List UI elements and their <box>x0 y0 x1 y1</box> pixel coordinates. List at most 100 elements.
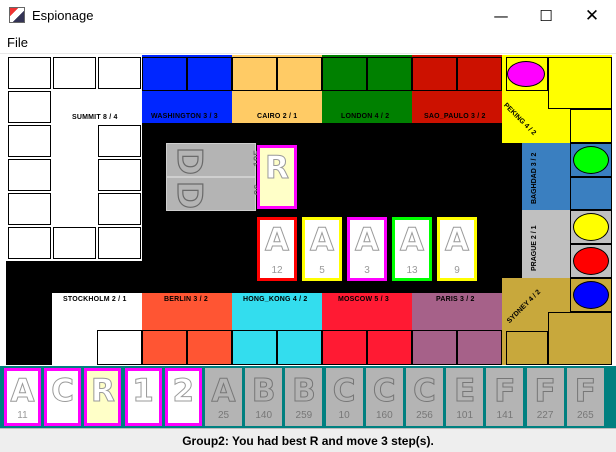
card-number: 265 <box>576 410 594 421</box>
hand-card[interactable]: A 25 <box>205 368 242 426</box>
played-card[interactable]: A 13 <box>392 217 432 281</box>
city-label: CAIRO 2 / 1 <box>257 113 298 120</box>
summit-slot[interactable] <box>98 193 141 225</box>
city-cairo[interactable]: CAIRO 2 / 1 <box>232 55 322 123</box>
summit-slot[interactable] <box>8 125 51 157</box>
city-label: LONDON 4 / 2 <box>341 113 390 120</box>
summit-slot[interactable] <box>98 227 141 259</box>
blue-token[interactable] <box>573 281 609 309</box>
city-slot[interactable] <box>412 330 457 365</box>
hand-card[interactable]: E 101 <box>446 368 484 426</box>
revealed-card[interactable]: R <box>257 145 297 209</box>
hand-card[interactable]: C <box>44 368 82 426</box>
played-card[interactable]: A 12 <box>257 217 297 281</box>
summit-slot[interactable] <box>98 125 141 157</box>
red-token[interactable] <box>573 247 609 275</box>
hand-card[interactable]: 1 <box>124 368 162 426</box>
deck-card[interactable]: D 96 <box>166 177 264 211</box>
hand-card[interactable]: C 160 <box>365 368 403 426</box>
city-label: STOCKHOLM 2 / 1 <box>63 296 127 303</box>
city-slot[interactable] <box>457 330 502 365</box>
hand-card[interactable]: C 10 <box>325 368 363 426</box>
close-button[interactable]: ✕ <box>569 0 615 32</box>
played-card[interactable]: A5 <box>302 217 342 281</box>
hand-card[interactable]: F 141 <box>486 368 524 426</box>
green-token[interactable] <box>573 146 609 174</box>
city-label: PEKING 4 / 2 <box>502 102 537 137</box>
menu-bar: File <box>0 32 616 54</box>
card-letter: D <box>169 180 210 210</box>
deck-card[interactable]: D 195 <box>166 143 264 177</box>
city-slot[interactable] <box>187 330 232 365</box>
card-number: 10 <box>338 410 350 421</box>
city-london[interactable]: LONDON 4 / 2 <box>322 55 412 123</box>
city-slot[interactable] <box>548 57 612 109</box>
card-letter: C <box>413 373 437 410</box>
summit-label: SUMMIT 8 / 4 <box>72 114 118 121</box>
city-berlin[interactable]: BERLIN 3 / 2 <box>142 293 232 365</box>
card-letter: A <box>400 222 425 259</box>
hand-card[interactable]: F 227 <box>526 368 564 426</box>
menu-file[interactable]: File <box>7 35 28 50</box>
summit-slot[interactable] <box>53 57 96 89</box>
city-slot[interactable] <box>570 177 612 210</box>
summit-slot[interactable] <box>8 57 51 89</box>
card-letter: C <box>372 373 396 410</box>
played-card[interactable]: A9 <box>437 217 477 281</box>
city-slot[interactable] <box>506 331 548 365</box>
maximize-button[interactable]: ☐ <box>523 0 569 32</box>
city-slot[interactable] <box>277 57 322 91</box>
hand-card[interactable]: C 256 <box>406 368 443 426</box>
city-slot[interactable] <box>277 330 322 365</box>
summit-slot[interactable] <box>8 159 51 191</box>
yellow-token[interactable] <box>573 213 609 241</box>
minimize-button[interactable]: — <box>478 0 524 32</box>
city-slot[interactable] <box>322 57 367 91</box>
city-sao-paulo[interactable]: SAO_PAULO 3 / 2 <box>412 55 502 123</box>
card-number: 12 <box>271 265 283 276</box>
summit-slot[interactable] <box>8 193 51 225</box>
city-hong-kong[interactable]: HONG_KONG 4 / 2 <box>232 293 322 365</box>
hand-card[interactable]: A 11 <box>4 368 41 426</box>
city-slot[interactable] <box>412 57 457 91</box>
city-slot[interactable] <box>570 109 612 143</box>
city-slot[interactable] <box>187 57 232 91</box>
city-paris[interactable]: PARIS 3 / 2 <box>412 293 502 365</box>
summit-slot[interactable] <box>8 91 51 123</box>
card-letter: E <box>454 373 476 410</box>
city-slot[interactable] <box>367 57 412 91</box>
card-letter: F <box>494 373 516 410</box>
city-washington[interactable]: WASHINGTON 3 / 3 <box>142 55 232 123</box>
city-slot[interactable] <box>142 330 187 365</box>
city-slot[interactable] <box>232 57 277 91</box>
city-slot[interactable] <box>548 312 612 365</box>
city-label: BAGHDAD 3 / 2 <box>531 152 538 204</box>
window-title: Espionage <box>32 8 94 23</box>
city-moscow[interactable]: MOSCOW 5 / 3 <box>322 293 412 365</box>
summit-slot[interactable] <box>98 57 141 89</box>
card-letter: B <box>251 373 276 410</box>
city-slot[interactable] <box>97 330 142 365</box>
hand-card[interactable]: B 140 <box>245 368 283 426</box>
city-stockholm[interactable]: STOCKHOLM 2 / 1 <box>52 293 142 365</box>
city-label: PRAGUE 2 / 1 <box>531 225 538 271</box>
hand-card[interactable]: F 265 <box>566 368 604 426</box>
city-slot[interactable] <box>322 330 367 365</box>
hand-card[interactable]: B 259 <box>285 368 323 426</box>
summit-slot[interactable] <box>98 159 141 191</box>
city-slot[interactable] <box>457 57 502 91</box>
magenta-token[interactable] <box>507 61 545 87</box>
summit-slot[interactable] <box>53 227 96 259</box>
hand-card[interactable]: 2 <box>164 368 202 426</box>
card-letter: 2 <box>172 373 195 410</box>
player-hand: A 11 C R 1 2 A 25 B 140 B 259 C 10 C 160 C 256 E 101 F 141 F 22… <box>0 366 616 428</box>
card-letter: A <box>445 222 470 259</box>
card-letter: F <box>534 373 556 410</box>
played-card[interactable]: A3 <box>347 217 387 281</box>
card-letter: D <box>169 146 210 176</box>
city-slot[interactable] <box>142 57 187 91</box>
city-slot[interactable] <box>232 330 277 365</box>
hand-card[interactable]: R <box>84 368 122 426</box>
city-slot[interactable] <box>367 330 412 365</box>
summit-slot[interactable] <box>8 227 51 259</box>
